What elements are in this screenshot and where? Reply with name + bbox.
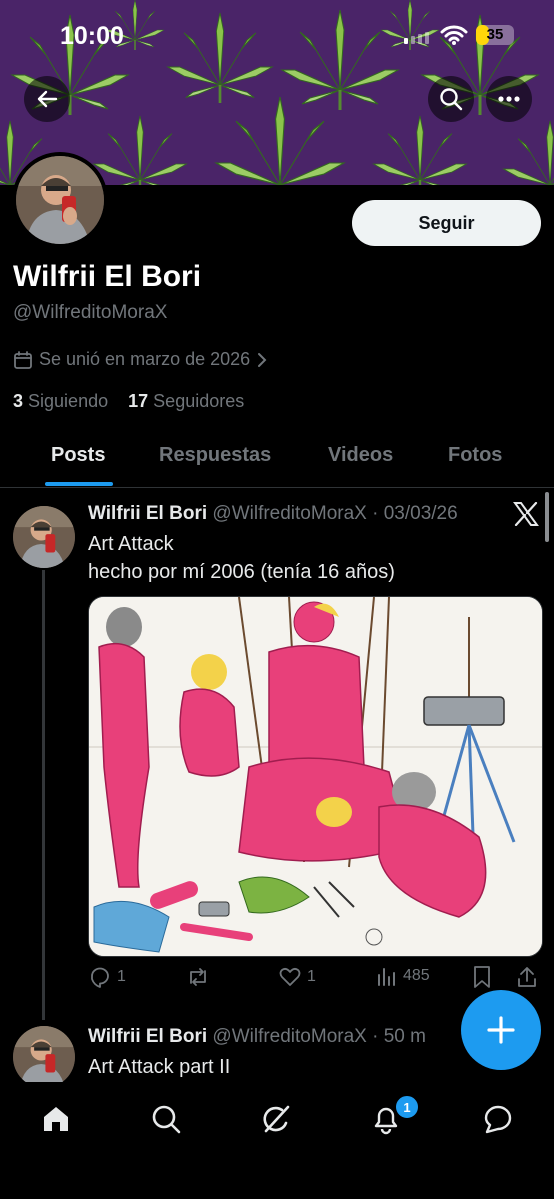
- signal-icon: [404, 32, 429, 44]
- post-timestamp[interactable]: · 03/03/26: [372, 503, 458, 524]
- like-button[interactable]: 1: [278, 965, 316, 989]
- bottom-navigation: 1: [0, 1082, 554, 1199]
- arrow-left-icon: [37, 90, 58, 108]
- profile-tabs: Posts Respuestas Videos Fotos: [0, 430, 554, 488]
- active-tab-indicator: [45, 482, 113, 486]
- avatar-photo: [13, 506, 75, 568]
- tab-videos[interactable]: Videos: [328, 444, 393, 467]
- nav-grok[interactable]: [256, 1099, 296, 1139]
- post-text-line: Art Attack part II: [88, 1056, 231, 1078]
- chevron-right-icon: [258, 352, 267, 367]
- bookmark-button[interactable]: [471, 965, 493, 989]
- share-button[interactable]: [516, 965, 538, 989]
- search-icon: [440, 88, 463, 111]
- joined-date[interactable]: Se unió en marzo de 2026: [13, 349, 268, 370]
- profile-avatar[interactable]: [12, 152, 108, 248]
- post-header: Wilfrii El Bori @WilfreditoMoraX · 03/03…: [88, 503, 458, 525]
- like-count: 1: [307, 968, 316, 985]
- status-bar: 10:00 35: [0, 0, 554, 70]
- repost-icon: [190, 968, 206, 986]
- tab-replies[interactable]: Respuestas: [159, 444, 271, 467]
- home-icon: [44, 1107, 68, 1131]
- status-time: 10:00: [60, 22, 124, 50]
- following-count: 3: [13, 391, 24, 411]
- post-text: Art Attack hecho por mí 2006 (tenía 16 a…: [88, 530, 395, 586]
- x-logo-icon[interactable]: [513, 502, 539, 526]
- post-text-line: Art Attack: [88, 533, 174, 555]
- nav-messages[interactable]: [478, 1099, 518, 1139]
- profile-handle: @WilfreditoMoraX: [13, 302, 168, 323]
- post-header: Wilfrii El Bori @WilfreditoMoraX · 50 m: [88, 1026, 426, 1048]
- calendar-icon: [14, 350, 32, 369]
- post-avatar[interactable]: [13, 506, 75, 568]
- following-link[interactable]: 3 Siguiendo: [13, 391, 108, 411]
- follow-button[interactable]: Seguir: [352, 200, 541, 246]
- views-count: 485: [403, 967, 430, 984]
- post-avatar[interactable]: [13, 1026, 75, 1088]
- tab-posts[interactable]: Posts: [51, 444, 105, 467]
- reply-button[interactable]: 1: [88, 965, 126, 989]
- heart-icon: [279, 967, 301, 986]
- wifi-icon: [440, 25, 468, 45]
- followers-count: 17: [128, 391, 149, 411]
- tab-photos[interactable]: Fotos: [448, 444, 502, 467]
- back-button[interactable]: [24, 76, 70, 122]
- repost-button[interactable]: [186, 965, 215, 989]
- followers-label: Seguidores: [153, 391, 245, 411]
- plus-icon: [487, 1016, 515, 1044]
- notification-badge: 1: [394, 1094, 420, 1120]
- battery-level: 35: [486, 26, 504, 43]
- nav-search[interactable]: [146, 1099, 186, 1139]
- more-dots-icon: [498, 96, 520, 102]
- post-media-image[interactable]: [88, 596, 543, 957]
- post-timestamp[interactable]: · 50 m: [372, 1026, 426, 1047]
- post-text: Art Attack part II: [88, 1053, 230, 1081]
- post-author-name[interactable]: Wilfrii El Bori: [88, 503, 207, 524]
- post-text-line: hecho por mí 2006 (tenía 16 años): [88, 561, 395, 583]
- reply-count: 1: [117, 968, 126, 985]
- follow-stats: 3 Siguiendo 17 Seguidores: [13, 391, 244, 412]
- drawing-illustration: [89, 597, 542, 956]
- message-icon: [484, 1105, 512, 1134]
- post-author-handle[interactable]: @WilfreditoMoraX: [212, 503, 366, 524]
- following-label: Siguiendo: [28, 391, 109, 411]
- profile-display-name: Wilfrii El Bori: [13, 260, 202, 293]
- more-options-button[interactable]: [486, 76, 532, 122]
- avatar-photo: [16, 156, 104, 244]
- search-icon: [152, 1105, 181, 1134]
- battery-indicator: 35: [476, 25, 514, 45]
- avatar-photo: [13, 1026, 75, 1088]
- search-button[interactable]: [428, 76, 474, 122]
- post-author-handle[interactable]: @WilfreditoMoraX: [212, 1026, 366, 1047]
- scrollbar[interactable]: [545, 492, 549, 542]
- joined-text: Se unió en marzo de 2026: [39, 349, 251, 369]
- followers-link[interactable]: 17 Seguidores: [128, 391, 244, 411]
- compose-post-button[interactable]: [461, 990, 541, 1070]
- views-button[interactable]: 485: [376, 965, 430, 987]
- views-chart-icon: [378, 968, 395, 986]
- post-actions: 1 1 485: [88, 965, 541, 995]
- reply-icon: [91, 967, 109, 988]
- post-author-name[interactable]: Wilfrii El Bori: [88, 1026, 207, 1047]
- bookmark-icon: [474, 966, 490, 988]
- nav-home[interactable]: [36, 1099, 76, 1139]
- grok-icon: [263, 1105, 290, 1133]
- share-icon: [518, 967, 536, 987]
- thread-connector: [42, 570, 45, 1020]
